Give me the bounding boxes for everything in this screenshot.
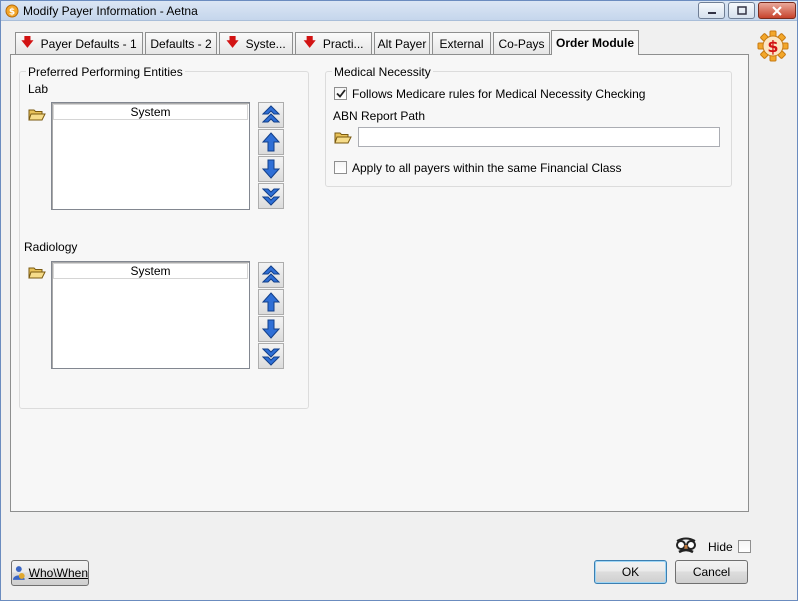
down-arrow-icon xyxy=(262,319,280,339)
radiology-label: Radiology xyxy=(24,240,78,254)
tab-payer-defaults-1[interactable]: 🡇 Payer Defaults - 1 xyxy=(15,32,143,54)
lab-label: Lab xyxy=(28,82,49,96)
medical-necessity-title: Medical Necessity xyxy=(332,65,433,79)
red-down-arrow-icon: 🡇 xyxy=(303,35,316,49)
down-arrow-icon xyxy=(262,159,280,179)
svg-text:$: $ xyxy=(767,37,778,56)
lab-move-down-button[interactable] xyxy=(258,156,284,182)
abn-report-path-label: ABN Report Path xyxy=(333,109,426,123)
red-down-arrow-icon: 🡇 xyxy=(226,35,239,49)
abn-report-path-input[interactable] xyxy=(358,127,720,147)
tab-co-pays[interactable]: Co-Pays xyxy=(493,32,550,54)
modify-payer-window: $ Modify Payer Information - Aetna 🡇 Pay… xyxy=(0,0,798,601)
tab-alt-payer[interactable]: Alt Payer xyxy=(374,32,430,54)
red-down-arrow-icon: 🡇 xyxy=(21,35,34,49)
maximize-button[interactable] xyxy=(728,2,755,19)
tab-strip: 🡇 Payer Defaults - 1 Defaults - 2 🡇 Syst… xyxy=(15,30,755,55)
dollar-gear-logo-icon: $ xyxy=(757,30,789,62)
lab-system-column-header[interactable]: System xyxy=(53,104,248,120)
lab-list[interactable]: System xyxy=(51,102,250,210)
lab-browse-button[interactable] xyxy=(27,105,47,123)
up-arrow-icon xyxy=(262,292,280,312)
maximize-icon xyxy=(736,6,747,15)
hide-checkbox[interactable] xyxy=(738,540,751,553)
follows-medicare-label: Follows Medicare rules for Medical Neces… xyxy=(352,87,646,101)
lab-move-bottom-button[interactable] xyxy=(258,183,284,209)
double-up-arrow-icon xyxy=(262,265,280,283)
apply-all-payers-checkbox[interactable] xyxy=(334,161,347,174)
follows-medicare-checkbox[interactable] xyxy=(334,87,347,100)
title-bar[interactable]: $ Modify Payer Information - Aetna xyxy=(1,1,797,21)
check-mark-icon xyxy=(335,89,346,98)
apply-all-payers-label: Apply to all payers within the same Fina… xyxy=(352,161,622,175)
double-up-arrow-icon xyxy=(262,105,280,123)
radiology-list[interactable]: System xyxy=(51,261,250,369)
app-logo-icon: $ xyxy=(5,4,19,18)
abn-browse-button[interactable] xyxy=(333,128,353,146)
preferred-entities-title: Preferred Performing Entities xyxy=(26,65,185,79)
close-icon xyxy=(772,5,782,16)
minimize-button[interactable] xyxy=(698,2,725,19)
up-arrow-icon xyxy=(262,132,280,152)
who-when-button[interactable]: Who\When xyxy=(11,560,89,586)
user-info-icon xyxy=(12,566,25,580)
open-folder-icon xyxy=(28,267,46,278)
tab-practice[interactable]: 🡇 Practi... xyxy=(295,32,372,54)
open-folder-icon xyxy=(334,132,352,143)
radiology-move-down-button[interactable] xyxy=(258,316,284,342)
close-button[interactable] xyxy=(758,2,796,19)
minimize-icon xyxy=(707,11,716,14)
lab-move-up-button[interactable] xyxy=(258,129,284,155)
hide-label: Hide xyxy=(708,540,733,554)
radiology-browse-button[interactable] xyxy=(27,263,47,281)
radiology-system-column-header[interactable]: System xyxy=(53,263,248,279)
ok-button[interactable]: OK xyxy=(594,560,667,584)
radiology-move-up-button[interactable] xyxy=(258,289,284,315)
window-title: Modify Payer Information - Aetna xyxy=(23,4,198,18)
svg-text:$: $ xyxy=(9,8,15,18)
lab-move-top-button[interactable] xyxy=(258,102,284,128)
tab-system[interactable]: 🡇 Syste... xyxy=(219,32,293,54)
radiology-move-top-button[interactable] xyxy=(258,262,284,288)
order-module-panel: Preferred Performing Entities Lab System xyxy=(10,54,749,512)
disguise-glasses-icon xyxy=(676,537,696,554)
tab-defaults-2[interactable]: Defaults - 2 xyxy=(145,32,217,54)
double-down-arrow-icon xyxy=(262,348,280,366)
radiology-move-bottom-button[interactable] xyxy=(258,343,284,369)
tab-external[interactable]: External xyxy=(432,32,491,54)
tab-order-module[interactable]: Order Module xyxy=(551,30,639,55)
open-folder-icon xyxy=(28,109,46,120)
cancel-button[interactable]: Cancel xyxy=(675,560,748,584)
double-down-arrow-icon xyxy=(262,188,280,206)
